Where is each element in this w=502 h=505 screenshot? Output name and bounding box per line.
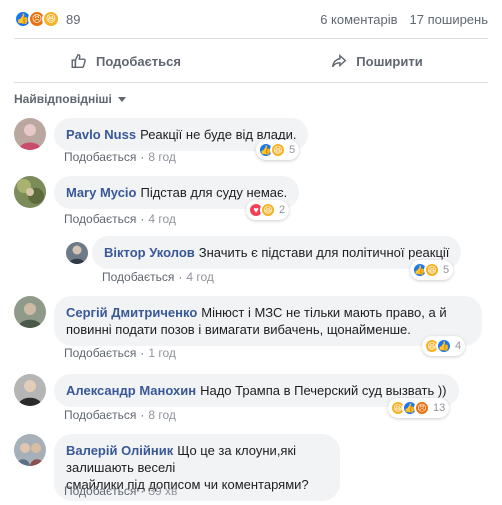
reaction-count: 4 — [455, 340, 462, 352]
separator-dot: · — [140, 484, 145, 498]
reaction-count: 13 — [433, 402, 446, 414]
haha-reaction-icon: 😆 — [260, 202, 276, 218]
comment-author[interactable]: Александр Манохин — [66, 383, 196, 398]
comment-like-link[interactable]: Подобається — [64, 408, 136, 422]
comment-like-link[interactable]: Подобається — [64, 212, 136, 226]
haha-reaction-icon: 😆 — [270, 142, 286, 158]
comment-author[interactable]: Mary Мусіо — [66, 185, 136, 200]
like-button[interactable]: Подобається — [0, 40, 251, 82]
comment-item: Mary Мусіо Підстав для суду немає. ♥ 😆 2 … — [14, 176, 494, 226]
comment-reactions[interactable]: 👍 😆 5 — [256, 140, 300, 160]
comment-timestamp[interactable]: 8 год — [148, 150, 176, 164]
comment-like-link[interactable]: Подобається — [64, 150, 136, 164]
sort-label: Найвідповідніші — [14, 92, 112, 106]
comment-sort-dropdown[interactable]: Найвідповідніші — [14, 92, 126, 106]
comment-reactions[interactable]: 😆 👍 😠 13 — [388, 398, 450, 418]
separator-dot: · — [140, 212, 145, 226]
comment-reactions[interactable]: 👍 😆 5 — [410, 260, 454, 280]
like-reaction-icon: 👍 — [436, 338, 452, 354]
separator-dot: · — [140, 408, 145, 422]
comment-author[interactable]: Віктор Уколов — [104, 245, 195, 260]
comment-item: Pavlo Nuss Реакції не буде від влади. 👍 😆… — [14, 118, 494, 164]
comment-timestamp[interactable]: 4 год — [148, 212, 176, 226]
share-button-label: Поширити — [356, 53, 423, 69]
share-arrow-icon — [332, 53, 347, 68]
caret-down-icon — [117, 96, 126, 102]
comment-timestamp[interactable]: 4 год — [186, 270, 214, 284]
avatar[interactable] — [14, 118, 46, 150]
comment-reactions[interactable]: ♥ 😆 2 — [246, 200, 290, 220]
comment-like-link[interactable]: Подобається — [64, 346, 136, 360]
haha-reaction-icon: 😆 — [424, 262, 440, 278]
like-button-label: Подобається — [96, 53, 181, 69]
post-reaction-summary: 👍 😠 😆 89 6 коментарів 17 поширень — [0, 0, 502, 38]
comment-author[interactable]: Pavlo Nuss — [66, 127, 136, 142]
reaction-count: 5 — [289, 144, 296, 156]
comment-author[interactable]: Сергій Дмитриченко — [66, 305, 197, 320]
comment-author[interactable]: Валерій Олійник — [66, 443, 173, 458]
avatar[interactable] — [14, 374, 46, 406]
avatar[interactable] — [66, 242, 88, 264]
comment-meta: Подобається · 8 год — [64, 150, 176, 164]
reaction-icons[interactable]: 👍 😠 😆 — [14, 10, 60, 28]
comment-bubble: Сергій Дмитриченко Мінюст і МЗС не тільки… — [54, 296, 482, 346]
comment-meta: Подобається · 8 год — [64, 408, 176, 422]
comment-timestamp[interactable]: 39 хв — [148, 484, 177, 498]
reaction-count: 5 — [443, 264, 450, 276]
comment-meta: Подобається · 4 год — [102, 270, 214, 284]
comment-text: Підстав для суду немає. — [140, 185, 288, 200]
comment-bubble: Віктор Уколов Значить є підстави для полі… — [92, 236, 462, 269]
comment-meta: Подобається · 39 хв — [64, 484, 177, 498]
comment-item: Александр Манохин Надо Трампа в Печерский… — [14, 374, 494, 422]
comment-text-line1: Мінюст і МЗС не тільки мають право, а й — [201, 305, 447, 320]
angry-reaction-icon: 😠 — [414, 400, 430, 416]
post-actions: Подобається Поширити — [0, 40, 502, 82]
reply-item: Віктор Уколов Значить є підстави для полі… — [66, 236, 496, 284]
comment-meta: Подобається · 1 год — [64, 346, 176, 360]
shares-count-link[interactable]: 17 поширень — [410, 12, 488, 27]
reaction-count[interactable]: 89 — [66, 12, 80, 27]
comment-reactions[interactable]: 😆 👍 4 — [422, 336, 466, 356]
separator-dot: · — [140, 346, 145, 360]
haha-reaction-icon: 😆 — [42, 10, 60, 28]
avatar[interactable] — [14, 434, 46, 466]
avatar[interactable] — [14, 176, 46, 208]
comment-meta: Подобається · 4 год — [64, 212, 176, 226]
share-button[interactable]: Поширити — [251, 40, 502, 82]
comment-item: Сергій Дмитриченко Мінюст і МЗС не тільки… — [14, 296, 494, 362]
comments-count-link[interactable]: 6 коментарів — [320, 12, 397, 27]
divider — [14, 38, 488, 39]
comment-like-link[interactable]: Подобається — [102, 270, 174, 284]
comment-item: Валерій Олійник Що це за клоуни,які залиш… — [14, 434, 494, 501]
comment-timestamp[interactable]: 1 год — [148, 346, 176, 360]
comment-timestamp[interactable]: 8 год — [148, 408, 176, 422]
comment-text-line2: повинні подати позов і вимагати вибачень… — [66, 322, 411, 337]
reaction-count: 2 — [279, 204, 286, 216]
comment-text: Надо Трампа в Печерский суд вызвать )) — [200, 383, 447, 398]
avatar[interactable] — [14, 296, 46, 328]
comment-text: Значить є підстави для політичної реакці… — [198, 245, 450, 260]
separator-dot: · — [140, 150, 145, 164]
divider — [14, 82, 488, 83]
separator-dot: · — [178, 270, 183, 284]
thumbs-up-icon — [71, 53, 86, 69]
comment-like-link[interactable]: Подобається — [64, 484, 136, 498]
